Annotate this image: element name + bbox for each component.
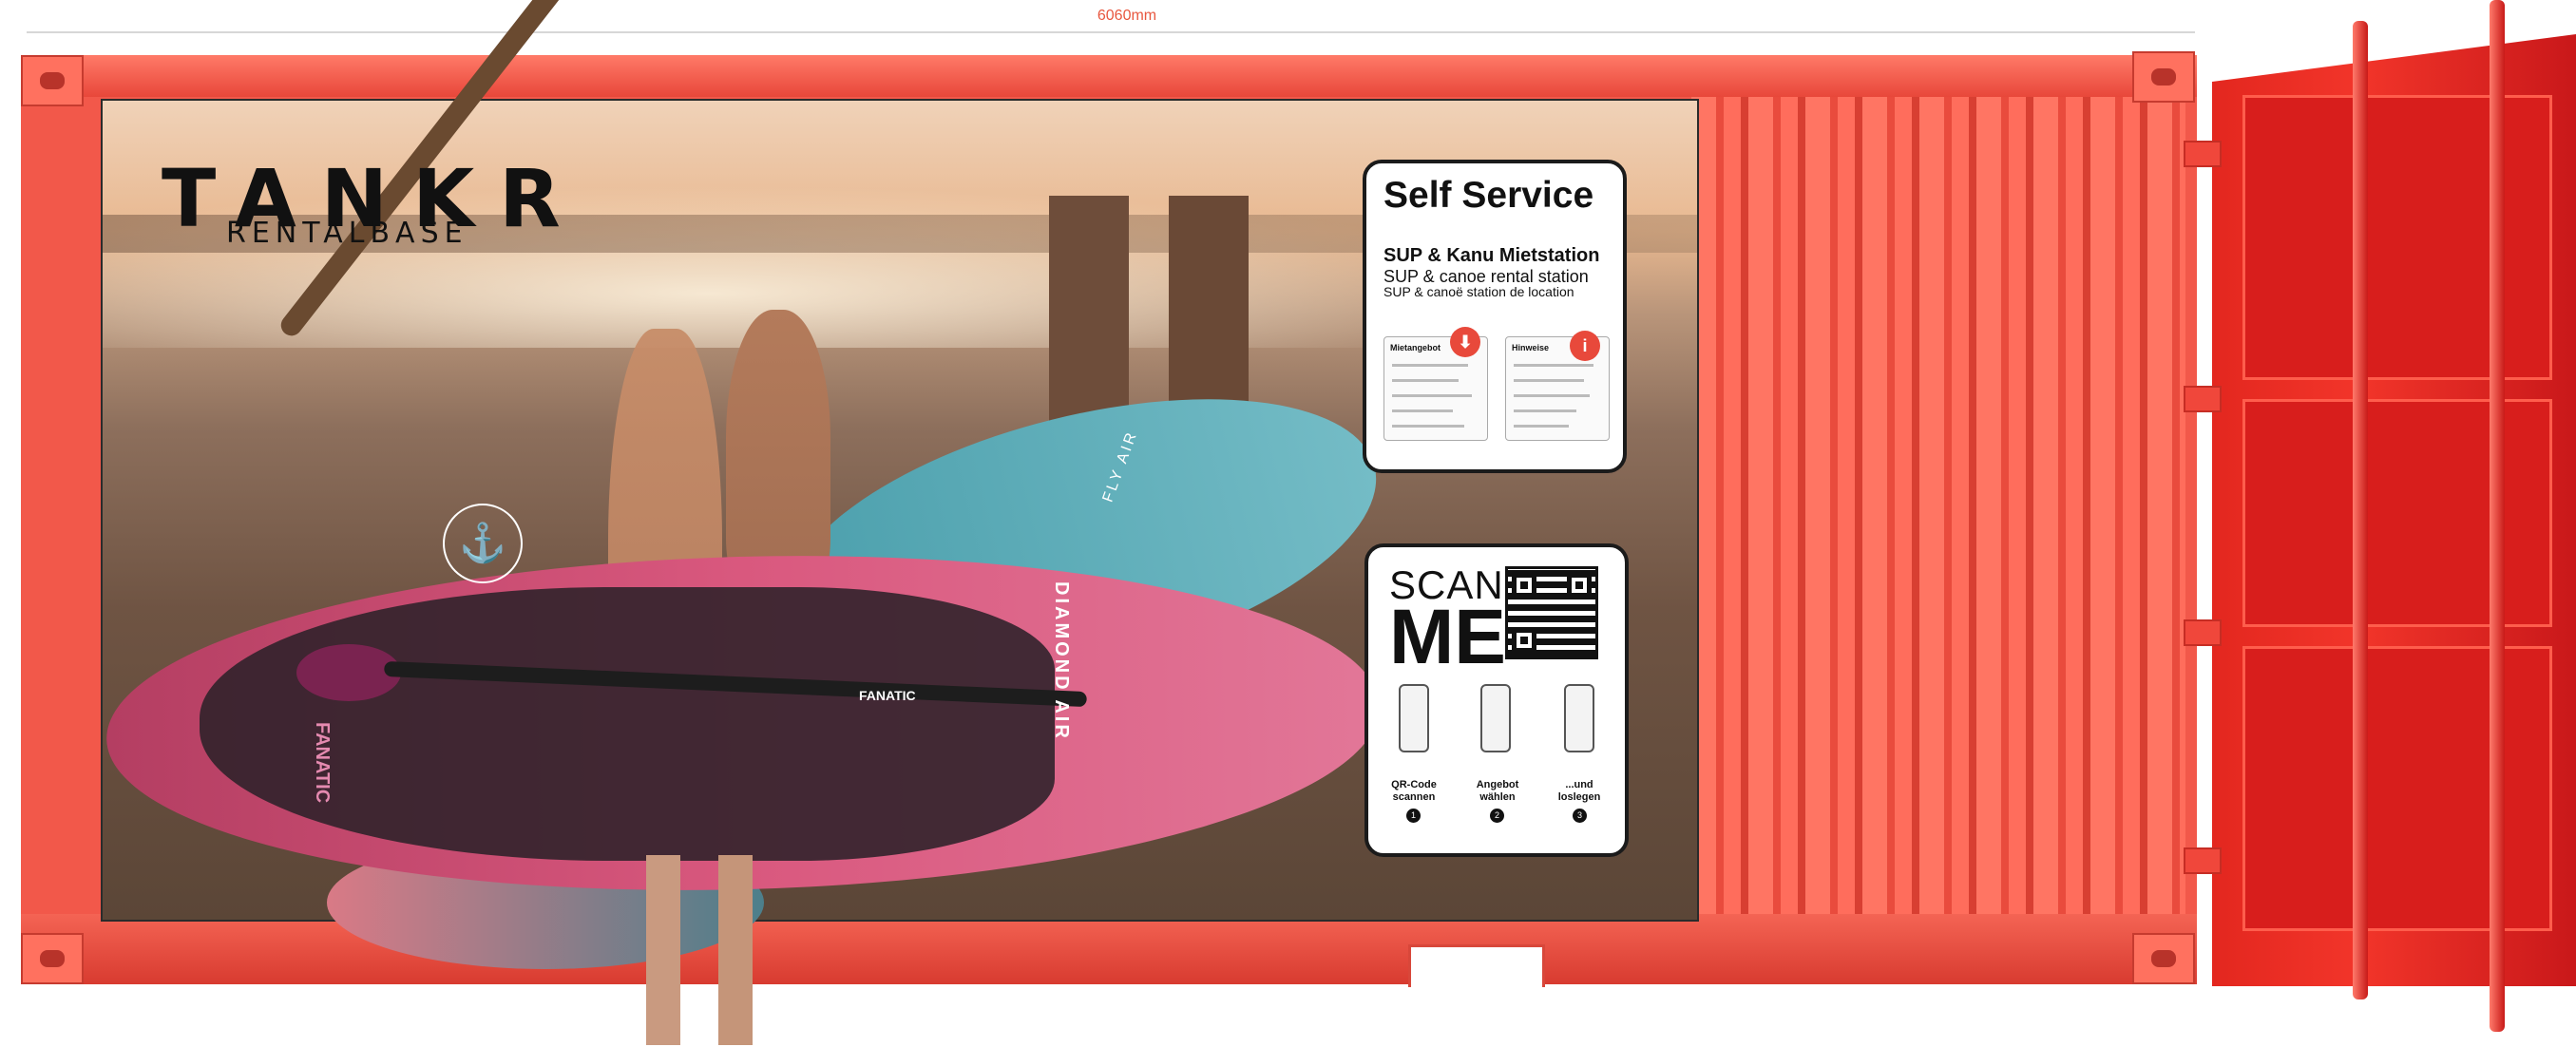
corner-casting	[21, 55, 84, 106]
step-1-label-line2: scannen	[1392, 791, 1436, 803]
step-2-label-line1: Angebot	[1476, 779, 1519, 790]
corner-casting	[2132, 933, 2195, 984]
rental-offer-sheet-title: Mietangebot	[1390, 343, 1441, 352]
door-panel	[2242, 399, 2552, 627]
forklift-pocket	[1408, 944, 1545, 987]
step-3-number: 3	[1573, 809, 1587, 823]
container-corrugated-wall	[1691, 87, 2185, 923]
door-hinge	[2184, 386, 2222, 412]
board-side-text: FANATIC	[312, 722, 333, 804]
paddle-brand: FANATIC	[859, 688, 916, 703]
self-service-subtitle-fr: SUP & canoë station de location	[1383, 284, 1574, 299]
phone-step-2-icon	[1480, 684, 1511, 752]
self-service-title: Self Service	[1383, 175, 1594, 216]
door-panel	[2242, 646, 2552, 931]
dimension-line	[27, 31, 2195, 33]
step-3-label-line2: loslegen	[1557, 791, 1601, 803]
step-3-label: ...und loslegen	[1541, 779, 1617, 804]
door-panel	[2242, 95, 2552, 380]
step-1-label: QR-Code scannen	[1376, 779, 1452, 804]
door-locking-bar[interactable]	[2490, 0, 2505, 1032]
door-hinge	[2184, 847, 2222, 874]
step-2-number: 2	[1490, 809, 1504, 823]
brand-subtitle: RENTALBASE	[226, 217, 468, 250]
step-2-label-line2: wählen	[1479, 791, 1516, 803]
corner-casting	[21, 933, 84, 984]
container-top-rail	[21, 55, 2197, 97]
step-2-label: Angebot wählen	[1460, 779, 1536, 804]
door-hinge	[2184, 619, 2222, 646]
download-pin-icon: ⬇	[1450, 327, 1480, 357]
phone-step-3-icon	[1564, 684, 1594, 752]
pink-board-label: DIAMOND AIR	[1051, 581, 1072, 741]
door-hinge	[2184, 141, 2222, 167]
anchor-icon: ⚓	[443, 504, 523, 583]
dimension-label: 6060mm	[1097, 8, 1157, 24]
step-1-label-line1: QR-Code	[1391, 779, 1437, 790]
me-label: ME	[1389, 594, 1506, 680]
phone-step-1-icon	[1399, 684, 1429, 752]
man-figure	[726, 310, 830, 595]
woman-legs	[608, 855, 798, 1045]
info-pin-icon: i	[1570, 331, 1600, 361]
self-service-heading: SUP & Kanu Mietstation	[1383, 245, 1600, 266]
step-1-number: 1	[1406, 809, 1421, 823]
qr-code-icon[interactable]	[1505, 566, 1598, 659]
notes-sheet-title: Hinweise	[1512, 343, 1550, 352]
door-locking-bar[interactable]	[2353, 21, 2368, 999]
corner-casting	[2132, 51, 2195, 103]
step-3-label-line1: ...und	[1565, 779, 1593, 790]
